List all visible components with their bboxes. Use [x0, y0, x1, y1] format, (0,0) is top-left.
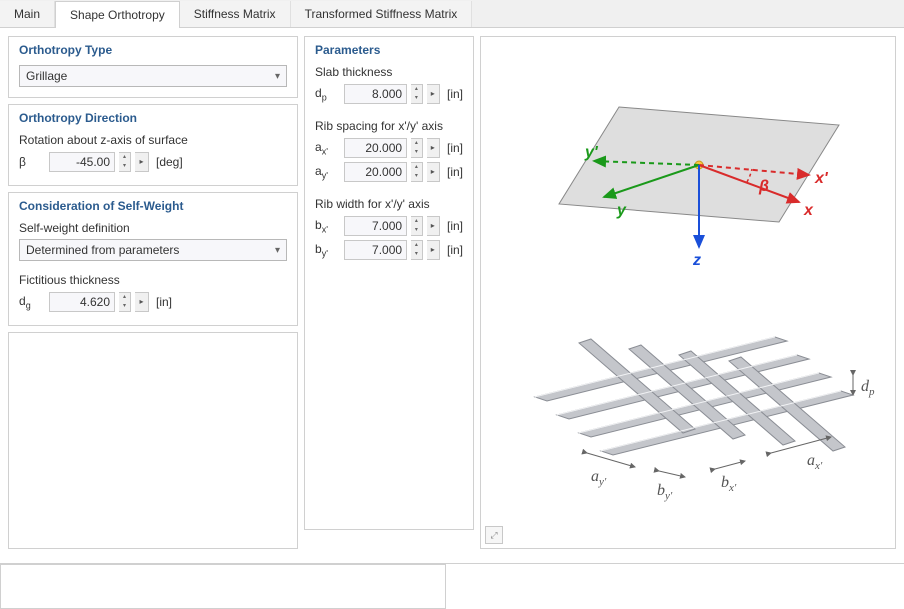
tab-transformed-stiffness-matrix[interactable]: Transformed Stiffness Matrix — [291, 1, 473, 27]
ax-input[interactable]: 20.000 — [344, 138, 407, 158]
dp-unit: [in] — [447, 87, 463, 101]
panel-title: Parameters — [315, 43, 463, 57]
svg-text:y: y — [616, 202, 627, 219]
ax-menu-button[interactable]: ▸ — [427, 138, 440, 158]
tab-shape-orthotropy[interactable]: Shape Orthotropy — [55, 1, 180, 28]
width-label: Rib width for x'/y' axis — [315, 197, 463, 211]
ax-unit: [in] — [447, 141, 463, 155]
ax-symbol: ax' — [315, 140, 340, 156]
fict-label: Fictitious thickness — [19, 273, 287, 287]
dropdown-value: Determined from parameters — [26, 243, 179, 257]
ay-input[interactable]: 20.000 — [344, 162, 407, 182]
properties-window: Main Shape Orthotropy Stiffness Matrix T… — [0, 0, 904, 609]
by-spinner[interactable]: ▴▾ — [411, 240, 423, 260]
spacing-label: Rib spacing for x'/y' axis — [315, 119, 463, 133]
panel-parameters: Parameters Slab thickness dp 8.000 ▴▾ ▸ … — [304, 36, 474, 530]
dg-symbol: dg — [19, 294, 45, 310]
dg-spinner[interactable]: ▴▾ — [119, 292, 131, 312]
axis-diagram-icon: x x' y y' z β — [499, 87, 879, 317]
bx-input[interactable]: 7.000 — [344, 216, 407, 236]
svg-text:x: x — [803, 202, 814, 219]
bottom-left-panel — [0, 564, 446, 609]
dg-menu-button[interactable]: ▸ — [135, 292, 149, 312]
by-menu-button[interactable]: ▸ — [427, 240, 440, 260]
bx-spinner[interactable]: ▴▾ — [411, 216, 423, 236]
by-input[interactable]: 7.000 — [344, 240, 407, 260]
beta-spinner[interactable]: ▴▾ — [119, 152, 131, 172]
dp-menu-button[interactable]: ▸ — [427, 84, 440, 104]
bottom-strip — [0, 563, 904, 609]
ay-symbol: ay' — [315, 164, 340, 180]
panel-title: Orthotropy Direction — [19, 111, 287, 125]
tab-main[interactable]: Main — [0, 1, 55, 27]
dg-unit: [in] — [156, 295, 172, 309]
dp-input[interactable]: 8.000 — [344, 84, 407, 104]
sw-def-label: Self-weight definition — [19, 221, 287, 235]
ay-spinner[interactable]: ▴▾ — [411, 162, 423, 182]
grillage-diagram-icon: dp ax' bx' by' ay' — [495, 317, 895, 527]
ax-spinner[interactable]: ▴▾ — [411, 138, 423, 158]
ay-menu-button[interactable]: ▸ — [427, 162, 440, 182]
svg-text:ax': ax' — [807, 452, 823, 472]
svg-text:bx': bx' — [721, 474, 737, 494]
tab-stiffness-matrix[interactable]: Stiffness Matrix — [180, 1, 291, 27]
bottom-right-space — [452, 564, 904, 609]
dp-symbol: dp — [315, 86, 340, 102]
panel-title: Consideration of Self-Weight — [19, 199, 287, 213]
dropdown-value: Grillage — [26, 69, 67, 83]
svg-text:y': y' — [584, 144, 599, 161]
rotation-label: Rotation about z-axis of surface — [19, 133, 287, 147]
bx-symbol: bx' — [315, 218, 340, 234]
svg-text:β: β — [758, 178, 769, 195]
svg-text:by': by' — [657, 482, 673, 502]
preview-viewer[interactable]: x x' y y' z β — [480, 36, 896, 549]
beta-symbol: β — [19, 155, 45, 169]
svg-text:ay': ay' — [591, 468, 607, 488]
panel-title: Orthotropy Type — [19, 43, 287, 57]
content-area: Orthotropy Type Grillage Orthotropy Dire… — [0, 28, 904, 557]
bx-unit: [in] — [447, 219, 463, 233]
slab-label: Slab thickness — [315, 65, 463, 79]
svg-text:x': x' — [814, 170, 829, 187]
empty-panel-left — [8, 332, 298, 549]
viewer-reset-icon[interactable]: ⤢ — [485, 526, 503, 544]
beta-unit: [deg] — [156, 155, 183, 169]
sw-definition-dropdown[interactable]: Determined from parameters — [19, 239, 287, 261]
by-unit: [in] — [447, 243, 463, 257]
orthotropy-type-dropdown[interactable]: Grillage — [19, 65, 287, 87]
panel-orthotropy-type: Orthotropy Type Grillage — [8, 36, 298, 98]
bx-menu-button[interactable]: ▸ — [427, 216, 440, 236]
ay-unit: [in] — [447, 165, 463, 179]
dp-spinner[interactable]: ▴▾ — [411, 84, 423, 104]
panel-self-weight: Consideration of Self-Weight Self-weight… — [8, 192, 298, 326]
dg-input[interactable]: 4.620 — [49, 292, 115, 312]
beta-input[interactable]: -45.00 — [49, 152, 115, 172]
svg-text:dp: dp — [861, 378, 875, 398]
by-symbol: by' — [315, 242, 340, 258]
beta-menu-button[interactable]: ▸ — [135, 152, 149, 172]
tab-bar: Main Shape Orthotropy Stiffness Matrix T… — [0, 0, 904, 28]
panel-orthotropy-direction: Orthotropy Direction Rotation about z-ax… — [8, 104, 298, 186]
svg-text:z: z — [692, 252, 701, 269]
